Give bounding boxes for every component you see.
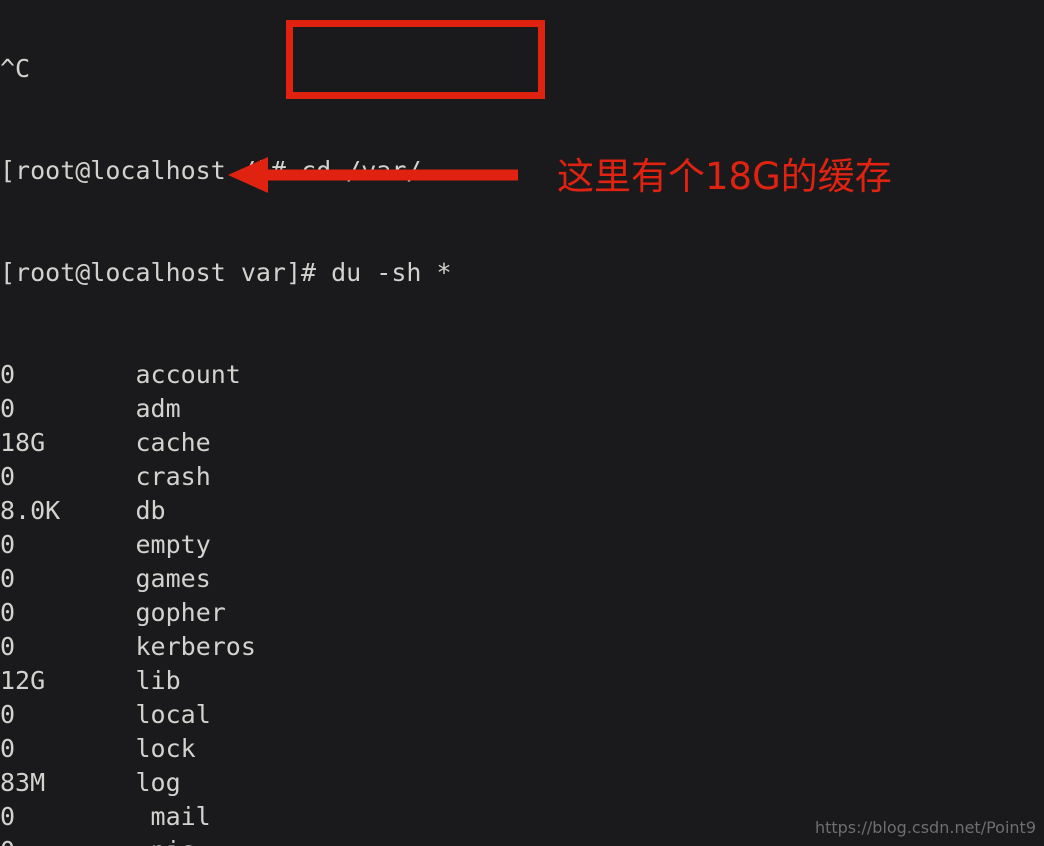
du-entry-row: 0 local [0, 698, 1044, 732]
du-entry-name: nis [151, 836, 196, 846]
du-entry-row: 12G lib [0, 664, 1044, 698]
du-entry-name: cache [135, 428, 211, 457]
du-entry-size: 0 [0, 598, 16, 627]
du-entry-size: 0 [0, 360, 16, 389]
du-entry-size: 0 [0, 734, 16, 763]
du-entry-gap [60, 496, 135, 525]
du-entry-gap [45, 666, 135, 695]
du-entry-row: 0 account [0, 358, 1044, 392]
du-entry-size: 0 [0, 700, 16, 729]
du-entry-size: 0 [0, 530, 16, 559]
du-entry-row: 18G cache [0, 426, 1044, 460]
du-entry-gap [15, 394, 135, 423]
terminal-output[interactable]: ^C [root@localhost /]# cd /var/ [root@lo… [0, 0, 1044, 846]
du-entry-size: 0 [0, 632, 16, 661]
du-entry-name: empty [135, 530, 211, 559]
du-entry-row: 0 lock [0, 732, 1044, 766]
du-entry-name: crash [135, 462, 211, 491]
du-entry-gap [15, 802, 150, 831]
du-entry-row: 0 crash [0, 460, 1044, 494]
du-entry-gap [15, 564, 135, 593]
du-entry-row: 83M log [0, 766, 1044, 800]
du-entry-row: 0 gopher [0, 596, 1044, 630]
callout-text: 这里有个18G的缓存 [557, 155, 892, 198]
du-entry-row: 0 adm [0, 392, 1044, 426]
du-entry-gap [15, 462, 135, 491]
du-entry-name: lock [135, 734, 196, 763]
du-entry-row: 0 games [0, 562, 1044, 596]
du-entry-size: 83M [0, 768, 46, 797]
du-entry-name: gopher [135, 598, 226, 627]
du-entry-name: account [135, 360, 241, 389]
du-entry-row: 8.0K db [0, 494, 1044, 528]
du-entry-gap [15, 734, 135, 763]
du-entry-gap [45, 768, 135, 797]
csdn-watermark: https://blog.csdn.net/Point9 [814, 818, 1036, 837]
du-entry-gap [15, 836, 150, 846]
terminal-line-prompt-du: [root@localhost var]# du -sh * [0, 258, 452, 287]
du-entry-gap [15, 598, 135, 627]
du-entry-size: 0 [0, 394, 16, 423]
du-entry-gap [15, 632, 135, 661]
du-entry-size: 12G [0, 666, 46, 695]
du-entry-list: 0 account 0 adm 18G cache 0 crash 8.0K db 0 e… [0, 358, 1044, 846]
du-entry-name: mail [150, 802, 211, 831]
du-entry-size: 8.0K [0, 496, 61, 525]
du-entry-size: 0 [0, 462, 16, 491]
du-entry-name: log [135, 768, 181, 797]
du-entry-name: db [135, 496, 166, 525]
du-entry-name: lib [135, 666, 181, 695]
du-entry-name: games [135, 564, 211, 593]
du-entry-gap [45, 428, 135, 457]
du-entry-gap [15, 700, 135, 729]
du-entry-gap [15, 360, 135, 389]
du-entry-row: 0 kerberos [0, 630, 1044, 664]
terminal-line-interrupt: ^C [0, 54, 31, 83]
du-entry-row: 0 empty [0, 528, 1044, 562]
du-entry-name: kerberos [135, 632, 256, 661]
du-entry-name: local [135, 700, 211, 729]
du-entry-size: 0 [0, 564, 16, 593]
du-entry-size: 0 [0, 836, 15, 846]
terminal-screenshot: ^C [root@localhost /]# cd /var/ [root@lo… [0, 0, 1044, 846]
du-entry-size: 0 [0, 802, 16, 831]
du-entry-gap [15, 530, 135, 559]
du-entry-size: 18G [0, 428, 46, 457]
du-entry-name: adm [135, 394, 181, 423]
